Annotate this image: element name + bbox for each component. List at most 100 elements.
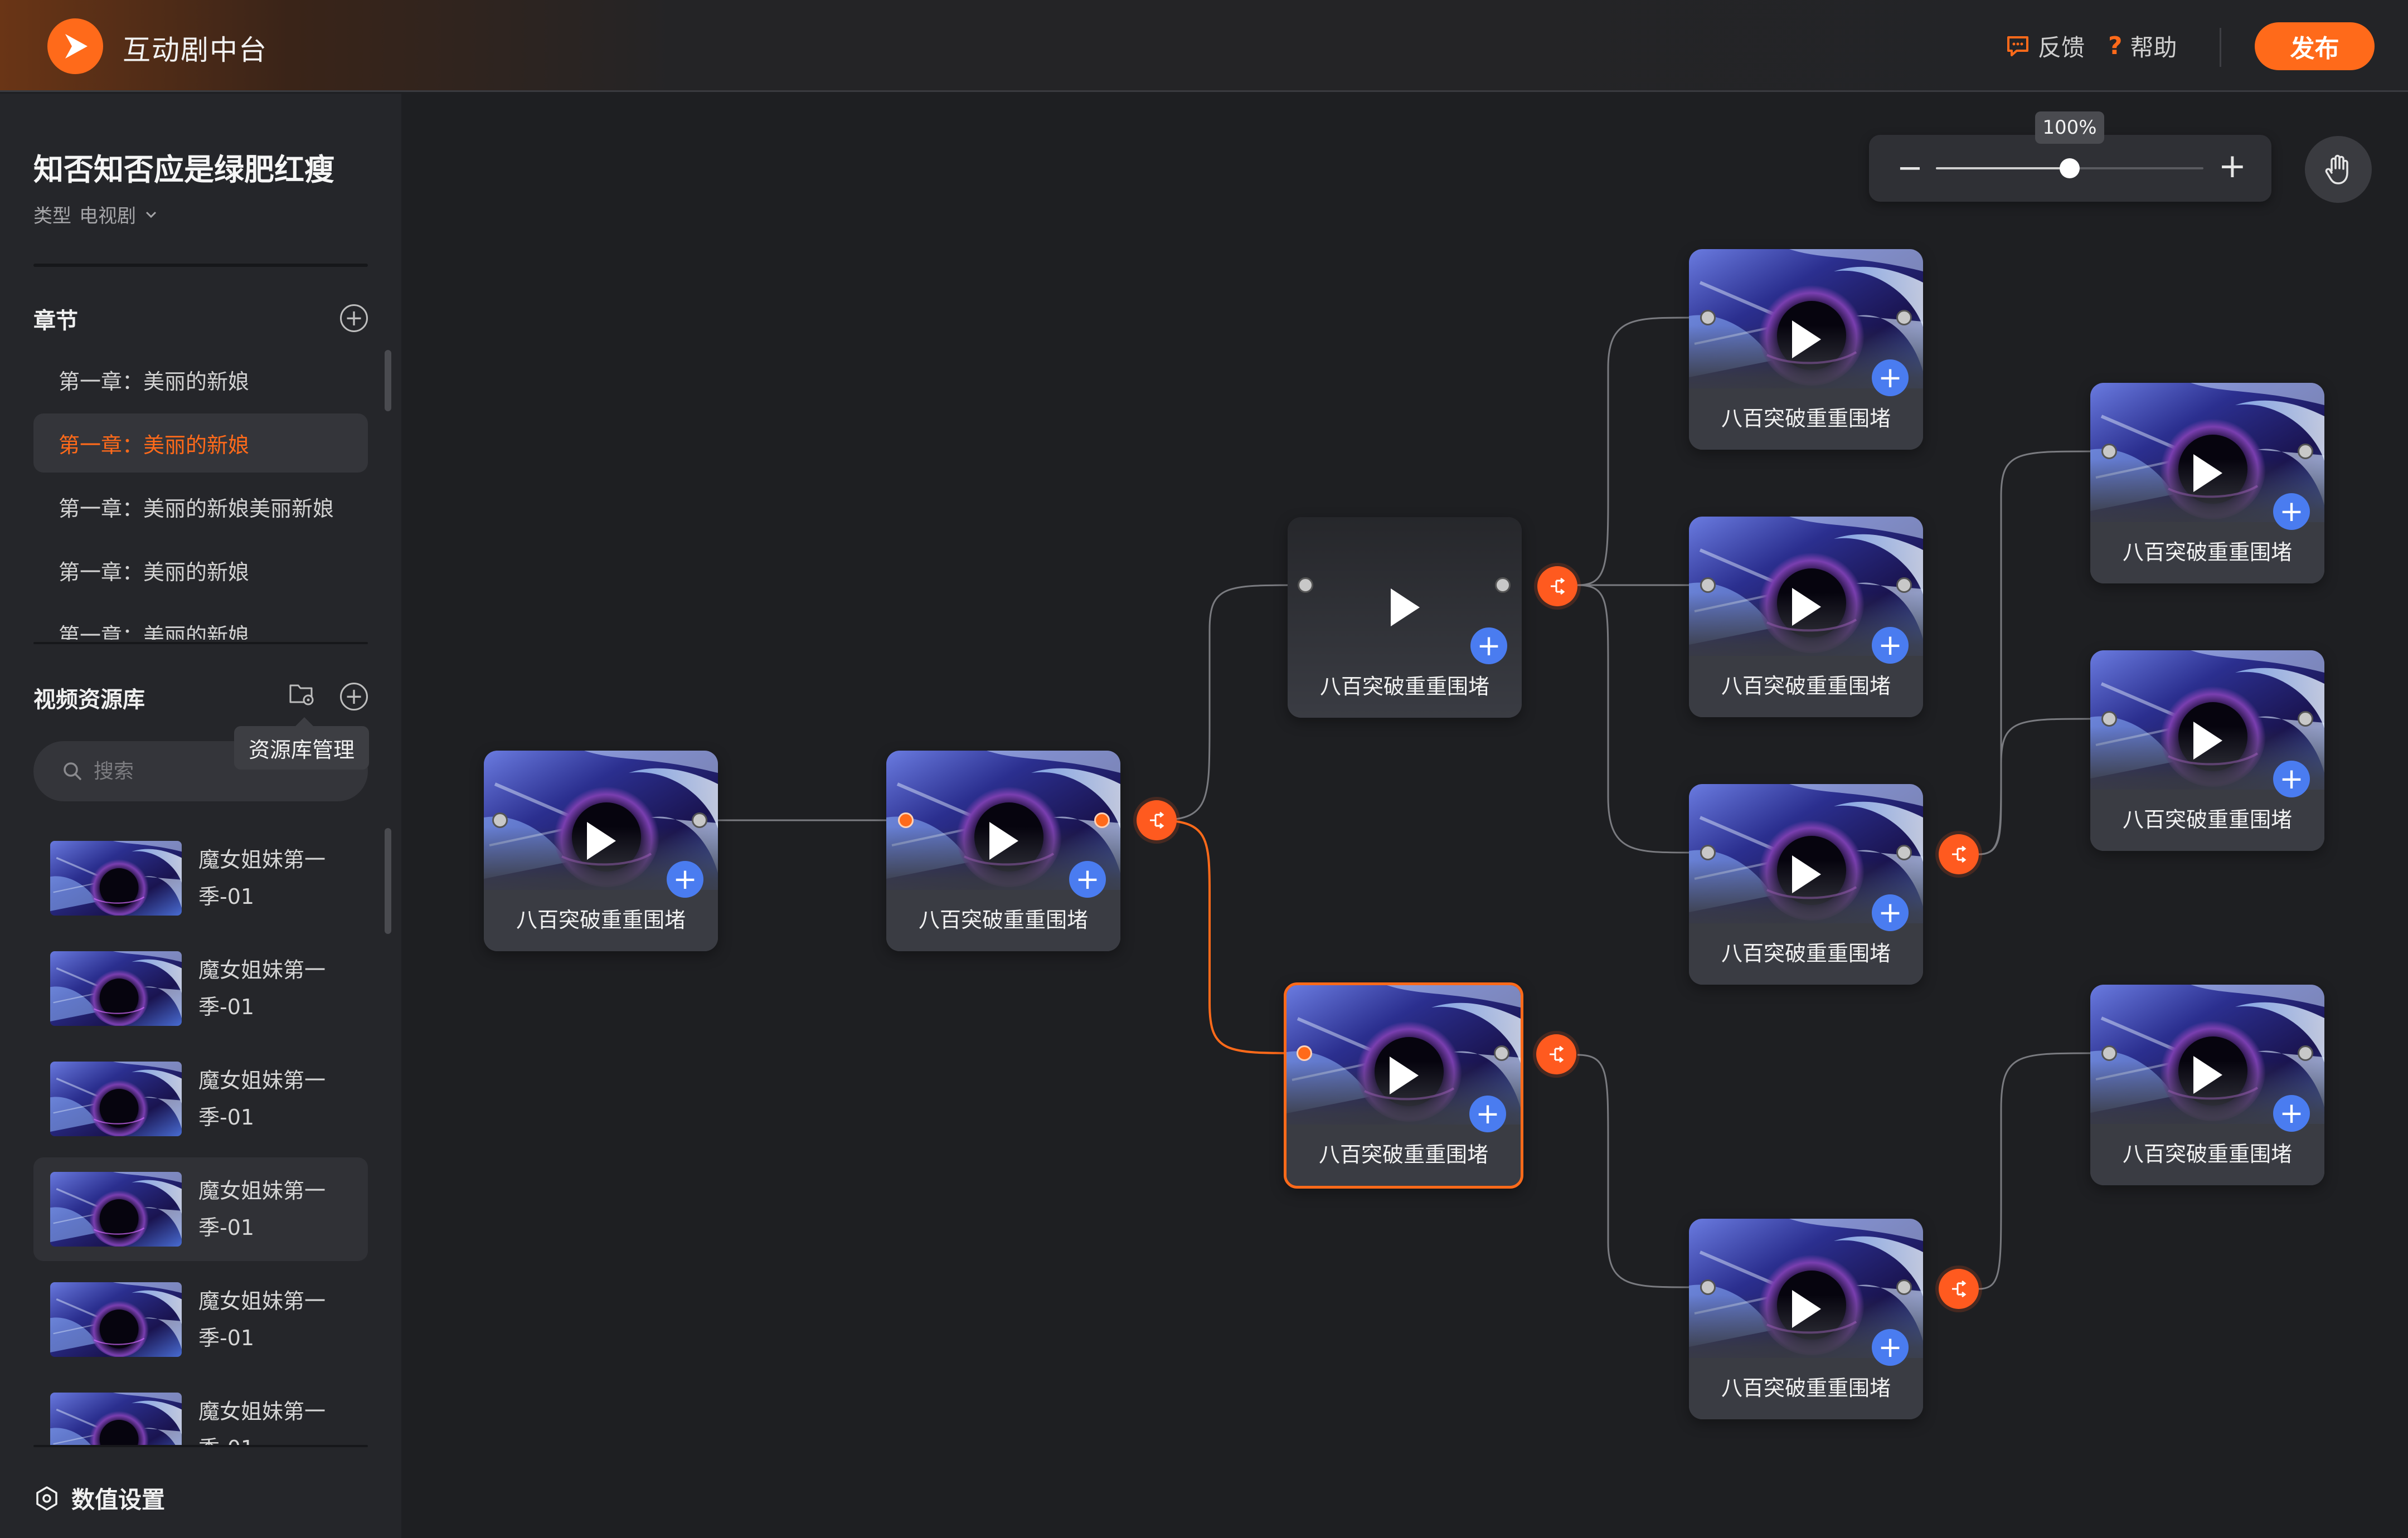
play-icon[interactable] [2188, 718, 2227, 763]
settings-button[interactable]: 数值设置 [33, 1481, 165, 1515]
output-port[interactable] [1896, 310, 1912, 325]
node-label: 八百突破重重围堵 [2122, 807, 2292, 832]
add-branch-button[interactable]: + [2273, 1095, 2310, 1132]
play-icon[interactable] [1786, 852, 1826, 897]
video-item[interactable]: 魔女姐妹第一季-01 [33, 826, 368, 930]
story-node-selected[interactable]: + 八百突破重重围堵 [1284, 982, 1523, 1189]
play-icon[interactable] [1786, 317, 1826, 362]
input-port[interactable] [1700, 577, 1716, 593]
node-label: 八百突破重重围堵 [516, 908, 686, 932]
input-port[interactable] [492, 812, 508, 828]
story-node[interactable]: + 八百突破重重围堵 [886, 751, 1120, 951]
story-node[interactable]: + 八百突破重重围堵 [1689, 1219, 1923, 1419]
story-node[interactable]: + 八百突破重重围堵 [1689, 784, 1923, 985]
add-branch-button[interactable]: + [1069, 861, 1106, 898]
feedback-link[interactable]: 反馈 [2006, 29, 2085, 63]
video-scrollbar[interactable] [385, 828, 391, 934]
video-list: 魔女姐妹第一季-01 魔女姐妹第一季-01 魔女姐妹第一季-01 魔女姐妹第一季… [33, 826, 368, 1445]
output-port[interactable] [2298, 1045, 2313, 1061]
zoom-slider-knob[interactable] [2060, 158, 2080, 178]
play-icon[interactable] [1384, 1053, 1423, 1098]
input-port[interactable] [1700, 1279, 1716, 1295]
project-title: 知否知否应是绿肥红瘦 [33, 152, 334, 187]
branch-icon[interactable] [1537, 566, 1577, 606]
project-type-select[interactable]: 类型 电视剧 [33, 201, 158, 228]
add-branch-button[interactable]: + [1872, 1329, 1909, 1366]
video-item[interactable]: 魔女姐妹第一季-01 [33, 1378, 368, 1445]
video-item[interactable]: 魔女姐妹第一季-01 [33, 1047, 368, 1151]
play-icon[interactable] [1786, 1287, 1826, 1331]
add-resource-button[interactable]: + [340, 683, 368, 710]
node-label: 八百突破重重围堵 [1721, 941, 1891, 966]
output-port[interactable] [2298, 711, 2313, 727]
branch-icon[interactable] [1137, 800, 1177, 840]
chapter-scrollbar[interactable] [385, 350, 391, 411]
output-port[interactable] [1896, 577, 1912, 593]
output-port[interactable] [2298, 444, 2313, 459]
play-icon[interactable] [1385, 585, 1424, 630]
branch-icon[interactable] [1939, 1269, 1979, 1309]
search-icon [64, 762, 81, 780]
add-branch-button[interactable]: + [1872, 894, 1909, 931]
chapter-item[interactable]: 第一章：美丽的新娘 [33, 350, 368, 409]
zoom-out-button[interactable]: − [1897, 152, 1923, 185]
publish-button[interactable]: 发布 [2255, 22, 2375, 70]
play-icon[interactable] [581, 819, 620, 863]
input-port[interactable] [1298, 577, 1313, 593]
input-port[interactable] [1700, 845, 1716, 860]
video-item-active[interactable]: 魔女姐妹第一季-01 [33, 1157, 368, 1261]
add-branch-button[interactable]: + [1872, 359, 1909, 396]
story-node[interactable]: + 八百突破重重围堵 [2090, 650, 2324, 851]
play-icon[interactable] [1786, 585, 1826, 629]
input-port[interactable] [2101, 711, 2117, 727]
add-chapter-button[interactable]: + [340, 304, 368, 332]
zoom-control: − 100% + [1869, 111, 2271, 202]
folder-settings-icon[interactable] [287, 680, 316, 709]
node-label: 八百突破重重围堵 [1721, 406, 1891, 431]
story-node[interactable]: + 八百突破重重围堵 [1689, 517, 1923, 717]
story-node[interactable]: + 八百突破重重围堵 [1689, 249, 1923, 450]
output-port[interactable] [1896, 1279, 1912, 1295]
help-link[interactable]: ? 帮助 [2108, 29, 2177, 63]
node-label: 八百突破重重围堵 [2122, 540, 2292, 564]
chapter-item[interactable]: 第一章：美丽的新娘 [33, 604, 368, 640]
output-port[interactable] [1094, 812, 1110, 828]
chapter-item[interactable]: 第一章：美丽的新娘美丽新娘 [33, 477, 368, 536]
story-node-empty[interactable]: + 八百突破重重围堵 [1288, 517, 1522, 718]
story-node[interactable]: + 八百突破重重围堵 [2090, 985, 2324, 1185]
story-node[interactable]: + 八百突破重重围堵 [484, 751, 718, 951]
chapter-item[interactable]: 第一章：美丽的新娘 [33, 541, 368, 600]
library-title: 视频资源库 [33, 687, 145, 713]
add-branch-button[interactable]: + [1872, 627, 1909, 664]
hexagon-gear-icon [36, 1486, 57, 1511]
add-branch-button[interactable]: + [1470, 627, 1507, 664]
add-branch-button[interactable]: + [667, 861, 703, 898]
video-item[interactable]: 魔女姐妹第一季-01 [33, 1268, 368, 1371]
video-title: 魔女姐妹第一季-01 [198, 1399, 326, 1445]
output-port[interactable] [1494, 1045, 1509, 1061]
hand-pan-button[interactable] [2305, 136, 2372, 203]
play-icon[interactable] [984, 819, 1023, 863]
question-icon: ? [2108, 32, 2123, 60]
input-port[interactable] [2101, 444, 2117, 459]
story-node[interactable]: + 八百突破重重围堵 [2090, 383, 2324, 583]
add-branch-button[interactable]: + [2273, 761, 2310, 797]
branch-icon[interactable] [1536, 1034, 1576, 1074]
input-port[interactable] [1297, 1045, 1312, 1061]
output-port[interactable] [692, 812, 707, 828]
add-branch-button[interactable]: + [1469, 1096, 1506, 1132]
input-port[interactable] [1700, 310, 1716, 325]
zoom-in-button[interactable]: + [2218, 149, 2246, 183]
node-label: 八百突破重重围堵 [918, 908, 1088, 932]
chapter-item-active[interactable]: 第一章：美丽的新娘 [33, 413, 368, 473]
output-port[interactable] [1495, 577, 1511, 593]
output-port[interactable] [1896, 845, 1912, 860]
branch-icon[interactable] [1939, 834, 1979, 874]
play-icon[interactable] [2188, 1053, 2227, 1097]
input-port[interactable] [898, 812, 914, 828]
input-port[interactable] [2101, 1045, 2117, 1061]
play-icon[interactable] [2188, 451, 2227, 495]
node-label: 八百突破重重围堵 [2122, 1142, 2292, 1166]
add-branch-button[interactable]: + [2273, 493, 2310, 530]
video-item[interactable]: 魔女姐妹第一季-01 [33, 937, 368, 1040]
